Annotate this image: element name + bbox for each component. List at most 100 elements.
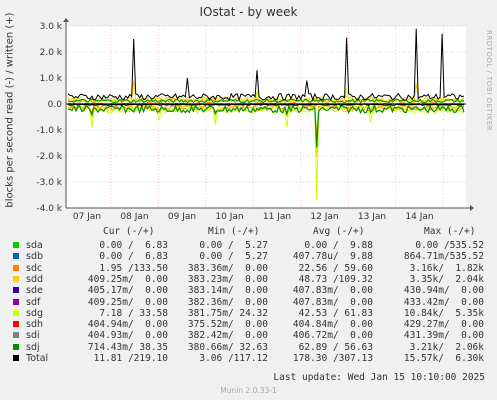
legend-series-name: sdi bbox=[26, 330, 40, 342]
legend-header: Cur (-/+) Min (-/+) Avg (-/+) Max (-/+) bbox=[0, 226, 497, 238]
legend-cur: 405.17m/ 0.00 bbox=[87, 285, 168, 297]
legend-max: 0.00 /535.52 bbox=[415, 240, 484, 251]
legend-row-sdf: sdf 409.25m/ 0.00 382.36m/ 0.00 407.83m/ 0.… bbox=[0, 297, 497, 309]
legend-header-min: Min (-/+) bbox=[208, 226, 260, 237]
legend-avg: 404.84m/ 0.00 bbox=[292, 319, 373, 331]
y-tick-label: -3.0 k bbox=[36, 178, 62, 188]
legend-swatch bbox=[13, 264, 19, 271]
legend-row-sdd: sdd 409.25m/ 0.00 383.23m/ 0.00 48.73 /109.… bbox=[0, 274, 497, 286]
legend-row-sdh: sdh 404.94m/ 0.00 375.52m/ 0.00 404.84m/ 0.… bbox=[0, 319, 497, 331]
legend-max: 3.35k/ 2.04k bbox=[409, 273, 484, 285]
legend-swatch bbox=[13, 298, 19, 305]
legend-cur: 404.94m/ 0.00 bbox=[87, 319, 168, 331]
legend-max: 864.71m/535.52 bbox=[403, 251, 484, 263]
legend-min: 0.00 / 5.27 bbox=[199, 251, 268, 263]
legend-max: 10.84k/ 5.35k bbox=[403, 307, 484, 319]
legend-min: 383.23m/ 0.00 bbox=[187, 273, 268, 285]
legend-header-max: Max (-/+) bbox=[424, 226, 476, 237]
x-tick-label: 14 Jan bbox=[405, 212, 433, 222]
legend-swatch bbox=[13, 287, 19, 294]
y-axis-arrow bbox=[63, 18, 69, 22]
legend-min: 383.14m/ 0.00 bbox=[187, 285, 268, 297]
plot-area: 3.0 k 2.0 k 1.0 k 0.0 -1.0 k -2.0 k -3.0 k -4.0… bbox=[36, 18, 474, 222]
legend-max: 3.21k/ 2.06k bbox=[409, 341, 484, 353]
legend-swatch bbox=[13, 275, 19, 282]
legend-series-name: Total bbox=[26, 353, 49, 364]
legend-cur: 1.95 /133.50 bbox=[99, 262, 168, 274]
legend-min: 3.06 /117.12 bbox=[199, 353, 268, 364]
legend-avg: 406.72m/ 0.00 bbox=[292, 330, 373, 342]
legend-series-name: sdb bbox=[26, 251, 44, 263]
legend-series-name: sdj bbox=[26, 341, 40, 353]
legend-max: 431.39m/ 0.00 bbox=[403, 330, 484, 342]
legend-min: 382.36m/ 0.00 bbox=[187, 296, 268, 308]
x-axis-arrow bbox=[470, 205, 474, 211]
legend-row-sdc: sdc 1.95 /133.50 383.36m/ 0.00 22.56 / 59.6… bbox=[0, 263, 497, 275]
legend-cur: 0.00 / 6.83 bbox=[99, 251, 168, 263]
legend-swatch bbox=[13, 309, 19, 316]
legend-min: 375.52m/ 0.00 bbox=[187, 319, 268, 331]
y-tick-label: -2.0 k bbox=[36, 152, 62, 162]
legend-avg: 407.78u/ 9.88 bbox=[292, 251, 373, 263]
legend-max: 3.16k/ 1.82k bbox=[409, 262, 484, 274]
legend-series-name: sdc bbox=[26, 262, 43, 274]
legend-swatch bbox=[13, 242, 19, 248]
legend-row-sda: sda 0.00 / 6.83 0.00 / 5.27 0.00 / 9.88 0.00… bbox=[0, 240, 497, 252]
legend-row-sdj: sdj 714.43m/ 38.35 380.66m/ 32.63 62.89 / 5… bbox=[0, 342, 497, 354]
x-tick-label: 07 Jan bbox=[73, 212, 101, 222]
legend-header-cur: Cur (-/+) bbox=[103, 226, 155, 237]
last-update: Last update: Wed Jan 15 10:10:00 2025 bbox=[273, 372, 485, 383]
x-tick-label: 11 Jan bbox=[263, 212, 291, 222]
legend-series-name: sdg bbox=[26, 307, 44, 319]
legend-cur: 404.93m/ 0.00 bbox=[87, 330, 168, 342]
legend-series-name: sde bbox=[26, 285, 43, 297]
legend-series-name: sdf bbox=[26, 296, 41, 308]
x-tick-label: 09 Jan bbox=[168, 212, 196, 222]
legend-avg: 48.73 /109.32 bbox=[298, 273, 373, 285]
legend-min: 383.36m/ 0.00 bbox=[187, 262, 268, 274]
legend-row-sdb: sdb 0.00 / 6.83 0.00 / 5.27 407.78u/ 9.88 86… bbox=[0, 251, 497, 263]
legend-max: 429.27m/ 0.00 bbox=[403, 319, 484, 331]
legend-cur: 0.00 / 6.83 bbox=[99, 240, 168, 251]
legend-swatch bbox=[13, 253, 19, 260]
y-tick-label: 2.0 k bbox=[40, 48, 63, 58]
legend-cur: 11.81 /219.10 bbox=[93, 353, 168, 364]
legend-swatch bbox=[13, 343, 19, 350]
y-tick-label: 3.0 k bbox=[40, 22, 63, 32]
legend-row-sdi: sdi 404.93m/ 0.00 382.42m/ 0.00 406.72m/ 0.… bbox=[0, 330, 497, 342]
legend-min: 380.66m/ 32.63 bbox=[187, 341, 268, 353]
legend-swatch bbox=[13, 355, 19, 361]
legend-cur: 714.43m/ 38.35 bbox=[87, 341, 168, 353]
legend-max: 433.42m/ 0.00 bbox=[403, 296, 484, 308]
legend-avg: 0.00 / 9.88 bbox=[304, 240, 373, 251]
y-tick-label: 1.0 k bbox=[40, 74, 63, 84]
legend-header-avg: Avg (-/+) bbox=[313, 226, 365, 237]
legend-cur: 7.18 / 33.58 bbox=[99, 307, 168, 319]
legend-avg: 407.83m/ 0.00 bbox=[292, 296, 373, 308]
legend-avg: 62.89 / 56.63 bbox=[298, 341, 373, 353]
legend-max: 15.57k/ 6.30k bbox=[403, 353, 484, 364]
y-tick-label: 0.0 bbox=[48, 100, 63, 110]
plot-background bbox=[66, 26, 466, 208]
legend-avg: 42.53 / 61.83 bbox=[298, 307, 373, 319]
legend-avg: 22.56 / 59.60 bbox=[298, 262, 373, 274]
legend-min: 382.42m/ 0.00 bbox=[187, 330, 268, 342]
legend-cur: 409.25m/ 0.00 bbox=[87, 296, 168, 308]
legend-avg: 178.30 /307.13 bbox=[292, 353, 373, 364]
y-tick-label: -4.0 k bbox=[36, 204, 62, 214]
legend-row-total: Total 11.81 /219.10 3.06 /117.12 178.30 /30… bbox=[0, 353, 497, 365]
legend-row-sdg: sdg 7.18 / 33.58 381.75m/ 24.32 42.53 / 61.… bbox=[0, 308, 497, 320]
legend-series-name: sdh bbox=[26, 319, 44, 331]
y-tick-label: -1.0 k bbox=[36, 126, 62, 136]
legend-swatch bbox=[13, 332, 19, 339]
legend-swatch bbox=[13, 321, 19, 328]
x-tick-label: 12 Jan bbox=[310, 212, 338, 222]
legend-min: 0.00 / 5.27 bbox=[199, 240, 268, 251]
legend-cur: 409.25m/ 0.00 bbox=[87, 273, 168, 285]
legend-series-name: sdd bbox=[26, 273, 44, 285]
legend-series-name: sda bbox=[26, 240, 43, 251]
legend-min: 381.75m/ 24.32 bbox=[187, 307, 268, 319]
munin-graph: IOstat - by week blocks per second read … bbox=[0, 0, 497, 400]
legend-row-sde: sde 405.17m/ 0.00 383.14m/ 0.00 407.83m/ 0.… bbox=[0, 285, 497, 297]
x-tick-label: 08 Jan bbox=[120, 212, 148, 222]
